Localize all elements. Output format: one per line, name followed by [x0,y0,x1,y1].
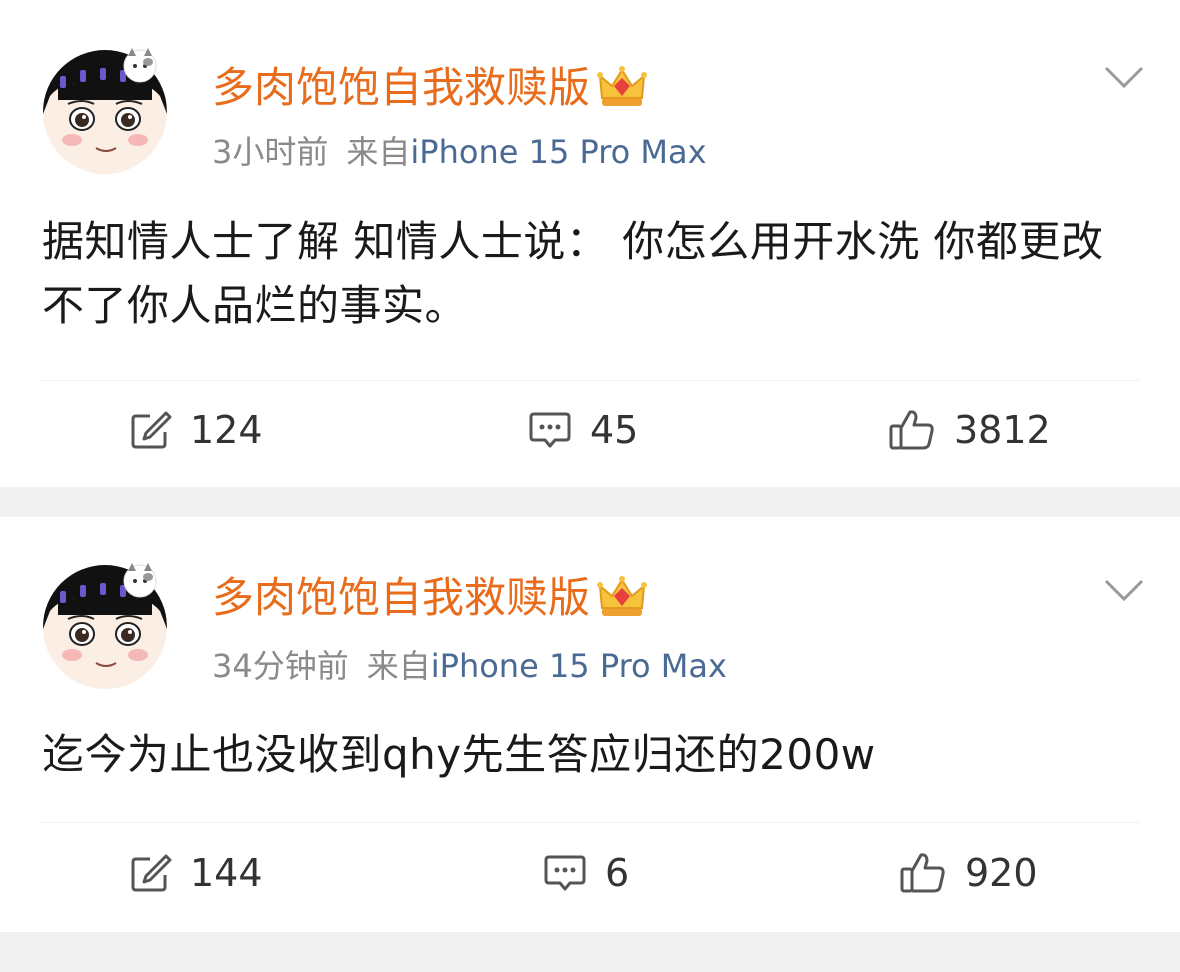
repost-icon [131,411,172,449]
source-device[interactable]: iPhone 15 Pro Max [431,647,727,685]
repost-button[interactable]: 124 [130,400,263,460]
like-button[interactable]: 3812 [888,400,1051,460]
post-meta: 34分钟前 来自iPhone 15 Pro Max [212,646,727,686]
comment-icon [544,855,586,891]
like-count: 3812 [954,408,1051,452]
crown-icon [597,66,648,106]
like-button[interactable]: 920 [899,843,1038,903]
crown-icon [597,576,648,616]
post-content[interactable]: 迄今为止也没收到qhy先生答应归还的200w [42,723,1142,787]
username[interactable]: 多肉饱饱自我救赎版 [212,63,648,113]
chevron-down-icon[interactable] [1102,64,1146,90]
source-prefix: 来自 [366,647,431,685]
post-card: 多肉饱饱自我救赎版 3小时前 来自iPhone 15 Pro Max 据知情人士了… [0,0,1180,487]
post-time: 34分钟前 [212,647,349,685]
thumbs-up-icon [889,410,934,450]
post-separator [0,487,1180,517]
repost-button[interactable]: 144 [130,843,263,903]
username[interactable]: 多肉饱饱自我救赎版 [212,573,648,623]
like-count: 920 [965,851,1038,895]
source-device[interactable]: iPhone 15 Pro Max [410,133,706,171]
post-card: 多肉饱饱自我救赎版 34分钟前 来自iPhone 15 Pro Max 迄今为止也… [0,517,1180,932]
comment-button[interactable]: 45 [528,400,638,460]
weibo-feed: 多肉饱饱自我救赎版 3小时前 来自iPhone 15 Pro Max 据知情人士了… [0,0,1180,972]
post-meta: 3小时前 来自iPhone 15 Pro Max [212,132,707,172]
thumbs-up-icon [900,853,945,893]
username-text[interactable]: 多肉饱饱自我救赎版 [212,63,590,113]
repost-count: 144 [190,851,263,895]
comment-button[interactable]: 6 [543,843,629,903]
post-time: 3小时前 [212,133,329,171]
post-content[interactable]: 据知情人士了解 知情人士说： 你怎么用开水洗 你都更改不了你人品烂的事实。 [42,210,1142,338]
chevron-down-icon[interactable] [1102,577,1146,603]
action-bar: 124 45 3812 [0,400,1180,460]
repost-count: 124 [190,408,263,452]
comment-count: 6 [605,851,630,895]
avatar[interactable] [40,44,170,174]
comment-count: 45 [590,408,639,452]
repost-icon [131,854,172,892]
action-bar: 144 6 920 [0,843,1180,903]
post-separator [0,932,1180,972]
comment-icon [529,412,571,448]
source-prefix: 来自 [346,133,411,171]
username-text[interactable]: 多肉饱饱自我救赎版 [212,573,590,623]
divider-line [40,822,1140,823]
avatar[interactable] [40,559,170,689]
divider-line [40,380,1140,381]
